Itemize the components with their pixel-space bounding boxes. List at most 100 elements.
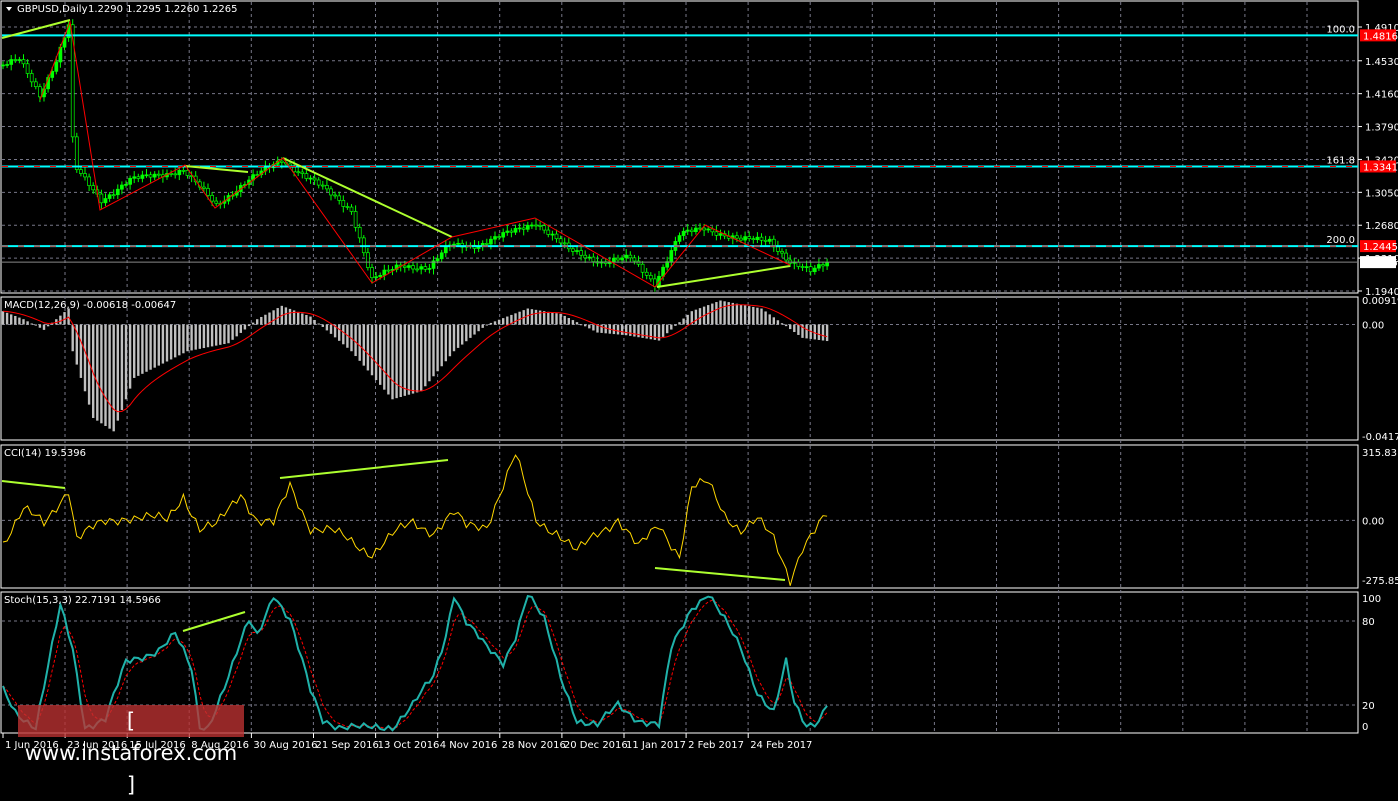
bear-candle — [83, 173, 87, 178]
bear-candle — [735, 235, 739, 239]
x-tick-label: 11 Jan 2017 — [626, 740, 686, 751]
macd-histogram-bar — [456, 324, 460, 348]
fibo-level-label: 100.0 — [1326, 24, 1355, 35]
bull-candle — [706, 228, 711, 231]
bear-candle — [173, 173, 178, 176]
macd-histogram-bar — [715, 302, 718, 325]
bull-candle — [124, 184, 128, 186]
fibo-level-label: 200.0 — [1326, 235, 1355, 246]
bull-candle — [669, 250, 674, 262]
price-axis-label: 1.4160 — [1365, 90, 1398, 101]
bear-candle — [702, 227, 706, 231]
bear-candle — [255, 174, 260, 176]
bear-candle — [571, 248, 575, 252]
bear-candle — [636, 260, 641, 265]
bull-candle — [817, 264, 821, 269]
macd-histogram-bar — [165, 324, 169, 362]
macd-histogram-bar — [461, 324, 464, 345]
bear-candle — [333, 194, 337, 197]
bull-candle — [9, 59, 14, 65]
macd-histogram-bar — [481, 324, 484, 328]
macd-histogram-bar — [543, 311, 546, 325]
macd-histogram-bar — [38, 324, 42, 328]
macd-histogram-bar — [329, 324, 333, 334]
macd-histogram-bar — [186, 324, 189, 352]
macd-histogram-bar — [686, 314, 689, 325]
bear-candle — [808, 266, 813, 273]
bull-candle — [177, 170, 182, 176]
macd-histogram-bar — [231, 324, 234, 340]
cci-axis-label: -275.855 — [1362, 576, 1398, 587]
macd-histogram-bar — [243, 324, 247, 330]
macd-histogram-bar — [555, 313, 558, 325]
macd-histogram-bar — [797, 324, 800, 335]
macd-histogram-bar — [764, 311, 767, 325]
price-axis-label: 1.2680 — [1365, 221, 1398, 232]
bull-candle — [681, 230, 686, 236]
bear-candle — [591, 256, 596, 262]
bear-candle — [714, 231, 719, 236]
macd-histogram-bar — [444, 324, 447, 362]
macd-histogram-bar — [633, 324, 636, 337]
macd-histogram-bar — [297, 311, 300, 325]
macd-histogram-bar — [128, 324, 132, 389]
macd-histogram-bar — [666, 324, 669, 334]
macd-histogram-bar — [133, 324, 136, 378]
bear-candle — [169, 173, 173, 175]
macd-histogram-bar — [260, 316, 263, 325]
bear-candle — [99, 193, 104, 204]
level-price-text: 1.2445 — [1363, 242, 1398, 253]
macd-axis-label: -0.04175 — [1362, 432, 1398, 443]
macd-histogram-bar — [604, 324, 607, 334]
bull-candle — [407, 265, 411, 268]
stoch-trendline — [182, 611, 246, 632]
macd-label: MACD(12,26,9) -0.00618 -0.00647 — [4, 300, 176, 311]
macd-histogram-bar — [760, 308, 763, 325]
macd-histogram-bar — [383, 324, 386, 390]
bear-candle — [320, 184, 325, 187]
x-tick-label: 21 Sep 2016 — [316, 740, 379, 751]
macd-histogram-bar — [239, 324, 242, 333]
macd-histogram-bar — [46, 324, 50, 327]
bear-candle — [751, 238, 756, 240]
bull-candle — [107, 194, 112, 199]
macd-histogram-bar — [264, 314, 267, 325]
macd-histogram-bar — [661, 324, 665, 337]
macd-histogram-bar — [600, 324, 603, 333]
macd-histogram-bar — [428, 324, 431, 382]
bear-candle — [79, 169, 83, 174]
macd-histogram-bar — [387, 324, 390, 395]
macd-histogram-bar — [789, 324, 792, 330]
stoch-axis-label: 0 — [1362, 722, 1368, 733]
macd-histogram-bar — [625, 324, 628, 336]
macd-histogram-bar — [219, 324, 222, 345]
bear-candle — [698, 227, 702, 230]
fibo-level-label: 161.8 — [1326, 155, 1355, 166]
bull-candle — [489, 238, 493, 245]
macd-histogram-bar — [793, 324, 796, 333]
bear-candle — [87, 176, 91, 186]
macd-histogram-bar — [5, 312, 9, 325]
bear-candle — [689, 229, 694, 233]
macd-histogram-bar — [670, 324, 673, 330]
bear-candle — [521, 227, 526, 230]
cci-axis-label: 0.00 — [1362, 516, 1384, 527]
macd-histogram-bar — [493, 321, 497, 325]
bear-candle — [148, 174, 153, 178]
macd-histogram-bar — [739, 304, 743, 325]
macd-histogram-bar — [506, 316, 509, 325]
macd-histogram-bar — [198, 324, 201, 349]
macd-histogram-bar — [469, 324, 472, 338]
bull-candle — [427, 268, 432, 270]
bull-candle — [501, 232, 506, 238]
bull-candle — [743, 236, 747, 241]
macd-histogram-bar — [735, 303, 739, 325]
macd-histogram-bar — [731, 302, 734, 325]
x-tick-label: 30 Aug 2016 — [253, 740, 317, 751]
macd-histogram-bar — [534, 309, 538, 325]
macd-histogram-bar — [338, 324, 341, 341]
bear-candle — [800, 266, 805, 268]
macd-histogram-bar — [530, 309, 534, 325]
macd-histogram-bar — [141, 324, 144, 374]
bull-candle — [677, 235, 682, 242]
